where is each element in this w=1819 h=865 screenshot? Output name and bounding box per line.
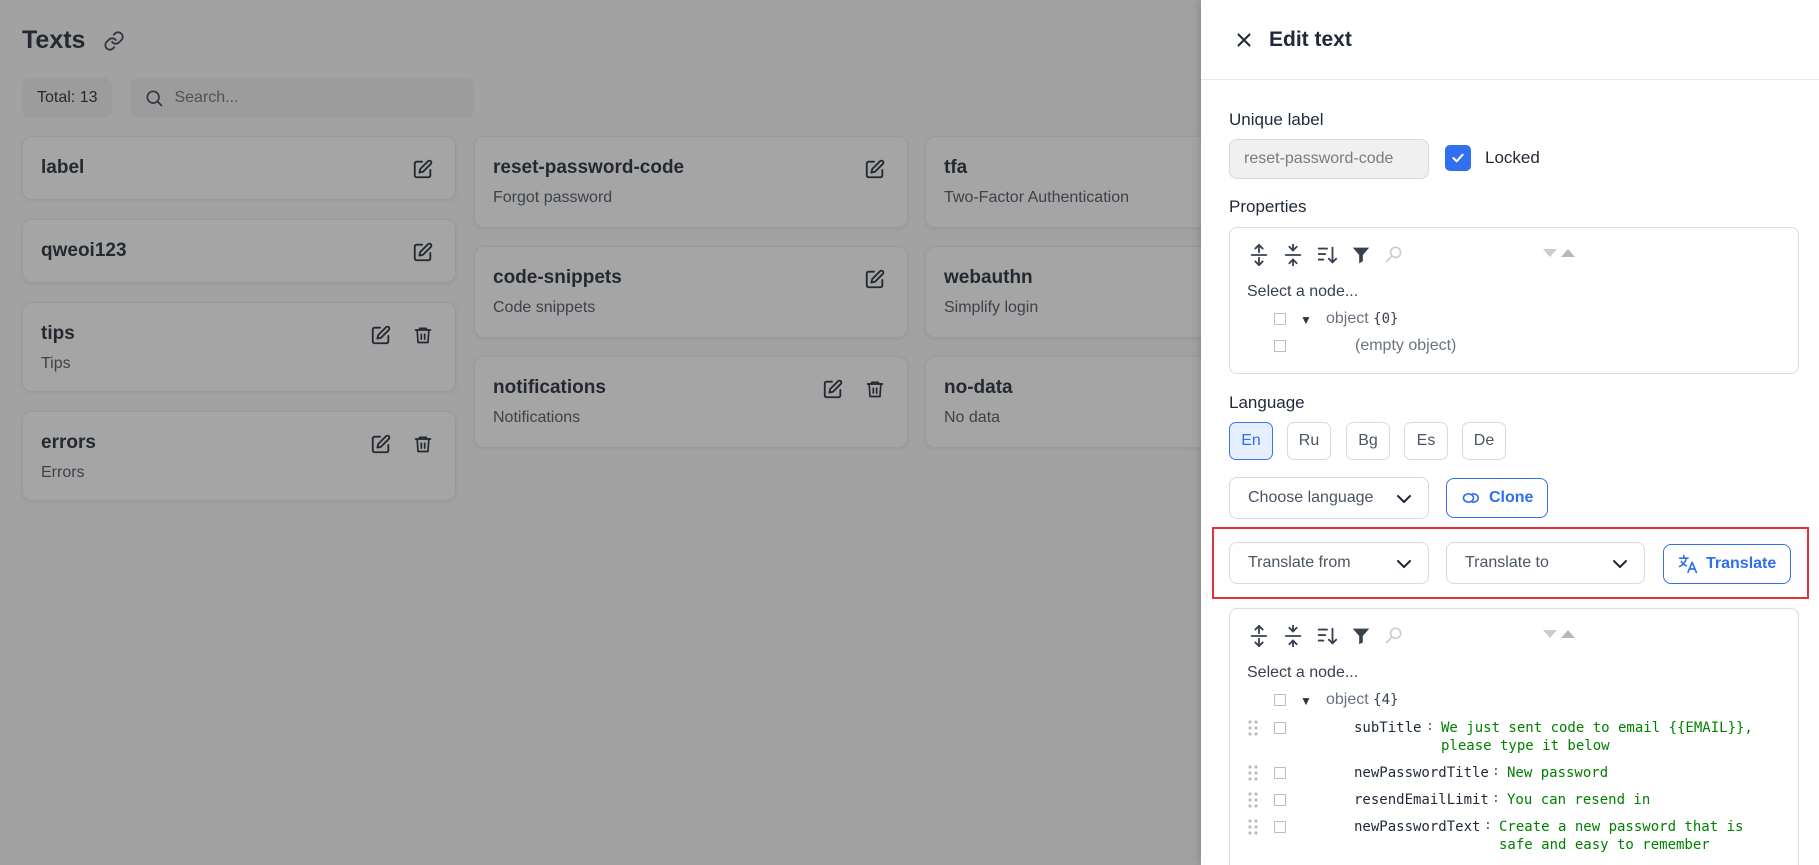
close-icon[interactable]: [1233, 29, 1255, 51]
clone-label: Clone: [1489, 489, 1534, 506]
json-colon: :: [1492, 791, 1500, 806]
tree-entry-row[interactable]: newPasswordText : Create a new password …: [1230, 818, 1798, 858]
editor-toolbar: [1248, 625, 1406, 647]
json-key[interactable]: newPasswordText: [1354, 819, 1480, 835]
tree-entry-row[interactable]: newPasswordTitle : New password: [1230, 764, 1798, 784]
chevron-down-icon: [1396, 492, 1412, 506]
sort-icon[interactable]: [1316, 625, 1338, 647]
search-icon[interactable]: [1384, 244, 1406, 266]
arrow-up-icon[interactable]: [1560, 629, 1576, 639]
translate-row-highlight: [1212, 527, 1809, 599]
tree-empty-row: (empty object): [1230, 337, 1798, 357]
tree-entry-row[interactable]: resendEmailLimit : You can resend in: [1230, 791, 1798, 811]
undo-redo-arrows[interactable]: [1542, 248, 1576, 258]
locked-label: Locked: [1485, 148, 1540, 167]
select-placeholder: Choose language: [1248, 489, 1374, 506]
node-menu-icon[interactable]: [1274, 313, 1286, 325]
root-type: object {4}: [1326, 691, 1399, 708]
root-type: object {0}: [1326, 310, 1399, 327]
unique-label-input: [1229, 139, 1429, 179]
node-menu-icon[interactable]: [1274, 767, 1286, 779]
checkbox-checked-icon[interactable]: [1445, 145, 1471, 171]
json-key[interactable]: subTitle: [1354, 720, 1421, 736]
drag-handle-icon[interactable]: [1247, 764, 1259, 782]
node-menu-icon[interactable]: [1274, 722, 1286, 734]
json-colon: :: [1426, 719, 1434, 734]
filter-icon[interactable]: [1350, 625, 1372, 647]
editor-toolbar: [1248, 244, 1406, 266]
choose-language-select[interactable]: Choose language: [1229, 477, 1429, 519]
drag-handle-icon[interactable]: [1247, 719, 1259, 737]
json-value[interactable]: You can resend in: [1507, 791, 1767, 809]
language-label: Language: [1229, 393, 1305, 412]
node-menu-icon[interactable]: [1274, 340, 1286, 352]
unique-label-label: Unique label: [1229, 110, 1324, 129]
lang-tab-es[interactable]: Es: [1404, 422, 1448, 460]
locked-checkbox[interactable]: Locked: [1445, 145, 1540, 171]
json-colon: :: [1484, 818, 1492, 833]
edit-text-drawer: Edit text Unique label Locked Properties…: [1201, 0, 1819, 865]
translation-json-editor[interactable]: Select a node... ▼ object {4} subTitle :…: [1229, 608, 1799, 865]
expand-all-icon[interactable]: [1248, 625, 1270, 647]
clone-icon: [1461, 488, 1481, 508]
search-icon[interactable]: [1384, 625, 1406, 647]
undo-redo-arrows[interactable]: [1542, 629, 1576, 639]
arrow-down-icon[interactable]: [1542, 248, 1558, 258]
select-node-hint: Select a node...: [1247, 664, 1359, 681]
json-key[interactable]: resendEmailLimit: [1354, 792, 1489, 808]
json-value[interactable]: New password: [1507, 764, 1767, 782]
tree-entry-row[interactable]: subTitle : We just sent code to email {{…: [1230, 719, 1798, 759]
node-menu-icon[interactable]: [1274, 694, 1286, 706]
expand-triangle-icon[interactable]: ▼: [1300, 694, 1312, 708]
json-value[interactable]: Create a new password that is safe and e…: [1499, 818, 1769, 854]
json-colon: :: [1492, 764, 1500, 779]
select-node-hint: Select a node...: [1247, 283, 1359, 300]
properties-json-editor[interactable]: Select a node... ▼ object {0} (empty obj…: [1229, 227, 1799, 374]
lang-tab-ru[interactable]: Ru: [1287, 422, 1331, 460]
expand-all-icon[interactable]: [1248, 244, 1270, 266]
properties-label: Properties: [1229, 197, 1307, 216]
empty-object-text: (empty object): [1355, 337, 1457, 354]
expand-triangle-icon[interactable]: ▼: [1300, 313, 1312, 327]
tree-root-row[interactable]: ▼ object {0}: [1230, 310, 1798, 330]
collapse-all-icon[interactable]: [1282, 244, 1304, 266]
arrow-up-icon[interactable]: [1560, 248, 1576, 258]
drawer-header: Edit text: [1201, 0, 1819, 80]
modal-backdrop[interactable]: [0, 0, 1201, 865]
arrow-down-icon[interactable]: [1542, 629, 1558, 639]
node-menu-icon[interactable]: [1274, 794, 1286, 806]
lang-tab-en[interactable]: En: [1229, 422, 1273, 460]
tree-root-row[interactable]: ▼ object {4}: [1230, 691, 1798, 711]
filter-icon[interactable]: [1350, 244, 1372, 266]
lang-tab-de[interactable]: De: [1462, 422, 1506, 460]
sort-icon[interactable]: [1316, 244, 1338, 266]
collapse-all-icon[interactable]: [1282, 625, 1304, 647]
node-menu-icon[interactable]: [1274, 821, 1286, 833]
drag-handle-icon[interactable]: [1247, 791, 1259, 809]
clone-button[interactable]: Clone: [1446, 478, 1549, 518]
lang-tab-bg[interactable]: Bg: [1346, 422, 1390, 460]
json-value[interactable]: We just sent code to email {{EMAIL}}, pl…: [1441, 719, 1761, 755]
json-key[interactable]: newPasswordTitle: [1354, 765, 1489, 781]
drawer-title: Edit text: [1269, 27, 1352, 51]
drag-handle-icon[interactable]: [1247, 818, 1259, 836]
